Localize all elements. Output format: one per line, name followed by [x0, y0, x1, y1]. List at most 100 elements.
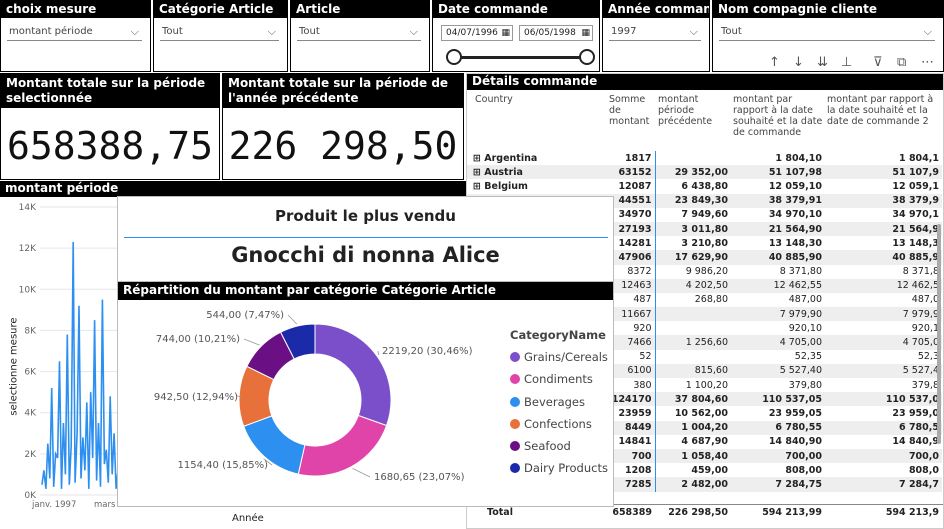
leader-line	[287, 314, 298, 325]
legend-item[interactable]: Condiments	[510, 368, 614, 390]
y-tick-label: 12K	[19, 244, 37, 254]
more-options-icon[interactable]: ⋯	[921, 55, 934, 70]
value-cell: 4 705,00	[731, 335, 825, 350]
product-title: Produit le plus vendu	[275, 207, 456, 225]
card-montant-periode: Montant totale sur la période selectionn…	[0, 73, 220, 180]
donut-data-label: 744,00 (10,21%)	[156, 334, 240, 345]
value-cell: 1817	[605, 151, 656, 166]
value-cell: 21 564,90	[731, 221, 825, 237]
value-cell	[655, 321, 731, 335]
drill-down-icon[interactable]: ↓	[793, 55, 804, 70]
value-cell: 2 482,00	[655, 477, 731, 492]
legend-label: Dairy Products	[524, 461, 608, 476]
value-cell: 7 284,75	[731, 477, 825, 492]
legend-item[interactable]: Grains/Cereals	[510, 346, 614, 368]
value-cell: 51 107,9	[825, 165, 942, 180]
x-axis-label: Année	[232, 513, 264, 524]
table-row[interactable]: ⊞ Belgium 12087 6 438,80 12 059,10 12 059,1	[467, 179, 942, 194]
legend-item[interactable]: Seafood	[510, 435, 614, 457]
value-cell: 52,35	[794, 351, 822, 363]
value-cell: 17 629,90	[655, 250, 731, 265]
slicer-title: Article	[291, 1, 429, 18]
y-tick-label: 2K	[24, 450, 37, 460]
dropdown-value: montant période	[9, 26, 93, 37]
legend-label: Beverages	[524, 394, 585, 409]
range-handle-start[interactable]	[446, 49, 462, 65]
x-tick-label: mars	[94, 500, 116, 510]
value-cell: 51 107,98	[731, 165, 825, 180]
leader-line	[377, 350, 380, 356]
article-dropdown[interactable]: Tout ⌵	[297, 23, 421, 41]
line-chart-title: montant période	[0, 181, 466, 197]
donut-legend: CategoryName Grains/Cereals Condiments Bev…	[510, 328, 614, 480]
start-date: 04/07/1996	[446, 28, 498, 38]
table-row[interactable]: ⊞ Austria 63152 29 352,00 51 107,98 51 107,9	[467, 165, 942, 180]
value-cell: 4 705,0	[825, 335, 942, 350]
drill-up-icon[interactable]: ↑	[769, 55, 780, 70]
value-cell: 14 840,90	[768, 436, 822, 448]
value-cell: 1 004,20	[655, 420, 731, 435]
value-cell: 6 780,5	[825, 420, 942, 435]
donut-data-label: 942,50 (12,94%)	[154, 392, 238, 403]
header-montant-date[interactable]: montant par rapport à la date souhaité e…	[733, 94, 823, 138]
slicer-title: Catégorie Article	[154, 1, 287, 18]
start-date-input[interactable]: 04/07/1996 ▦	[441, 25, 513, 41]
donut-data-label: 1154,40 (15,85%)	[178, 460, 269, 471]
annee-dropdown[interactable]: 1997 ⌵	[609, 23, 701, 41]
categorie-dropdown[interactable]: Tout ⌵	[160, 23, 279, 41]
vertical-scrollbar[interactable]	[937, 224, 941, 444]
header-montant-date-2[interactable]: montant par rapport à la date souhaité e…	[827, 94, 939, 127]
expand-all-icon[interactable]: ⇊	[817, 55, 828, 70]
value-cell: 12 462,5	[825, 278, 942, 293]
chevron-down-icon: ⌵	[409, 25, 418, 38]
slicer-title: Nom compagnie cliente	[713, 1, 943, 18]
filter-icon[interactable]: ⊽	[873, 55, 883, 70]
focus-mode-icon[interactable]: ⧉	[897, 55, 906, 70]
donut-data-label: 2219,20 (30,46%)	[382, 346, 473, 357]
y-tick-label: 4K	[24, 409, 37, 419]
value-cell: 1 804,10	[775, 152, 822, 164]
donut-chart-svg: 2219,20 (30,46%) 1680,65 (23,07%) 1154,40 …	[154, 310, 473, 483]
value-cell: 1 100,20	[685, 379, 728, 391]
value-cell: 5 527,40	[731, 363, 825, 378]
value-cell: 5 527,4	[825, 363, 942, 378]
line-chart-svg: 0K2K4K6K8K10K12K14Kjanv. 1997 mars	[19, 203, 119, 510]
choix-mesure-dropdown[interactable]: montant période ⌵	[7, 23, 142, 41]
legend-dot-icon	[510, 418, 520, 429]
donut-title: Répartition du montant par catégorie Cat…	[118, 282, 613, 300]
header-country[interactable]: Country	[475, 94, 595, 105]
value-cell: 459,00	[691, 464, 728, 476]
slicer-choix-mesure: choix mesure montant période ⌵	[0, 0, 151, 72]
montant-line	[41, 241, 119, 489]
date-range-track	[453, 56, 588, 59]
legend-item[interactable]: Dairy Products	[510, 457, 614, 479]
value-cell: 23 959,0	[892, 407, 939, 419]
header-somme[interactable]: Somme de montant	[609, 94, 654, 127]
slicer-title: choix mesure	[1, 1, 150, 18]
drill-hierarchy-icon[interactable]: ⊥	[841, 55, 852, 70]
value-cell: 52,3	[917, 351, 939, 363]
slicer-article: Article Tout ⌵	[290, 0, 430, 72]
range-handle-end[interactable]	[579, 49, 595, 65]
legend-dot-icon	[510, 441, 520, 452]
country-cell: ⊞ Austria	[467, 165, 605, 180]
dropdown-value: Tout	[299, 26, 320, 37]
y-tick-label: 6K	[24, 368, 37, 378]
value-cell	[655, 350, 731, 364]
country-cell: ⊞ Belgium	[473, 180, 528, 192]
value-cell: 13 148,30	[768, 237, 822, 249]
header-periode-precedente[interactable]: montant période précédente	[658, 94, 728, 127]
table-row[interactable]: ⊞ Argentina 1817 1 804,10 1 804,1	[467, 151, 942, 166]
end-date: 06/05/1998	[524, 28, 576, 38]
value-cell: 34 970,1	[892, 209, 939, 221]
legend-item[interactable]: Beverages	[510, 391, 614, 413]
end-date-input[interactable]: 06/05/1998 ▦	[519, 25, 593, 41]
legend-label: Seafood	[524, 439, 571, 454]
total-somme: 658389	[612, 506, 652, 518]
legend-label: Grains/Cereals	[524, 350, 608, 364]
value-cell: 21 564,9	[825, 221, 942, 237]
compagnie-dropdown[interactable]: Tout ⌵	[719, 23, 935, 41]
product-panel: Produit le plus vendu Gnocchi di nonna A…	[117, 196, 614, 282]
value-cell: 14 840,9	[892, 436, 939, 448]
legend-item[interactable]: Confections	[510, 413, 614, 435]
